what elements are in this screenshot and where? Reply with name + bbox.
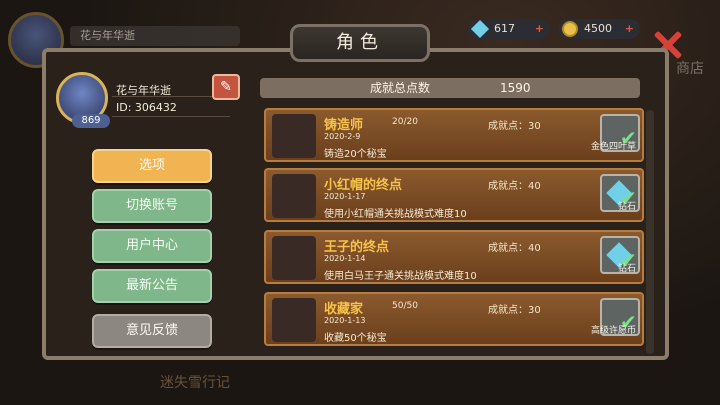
achievement-points: 成就点：30 — [488, 121, 541, 132]
reward-name: 金色四叶草 — [590, 142, 636, 152]
achievement-card[interactable]: 小红帽的终点 2020-1-17 使用小红帽通关挑战模式难度10 成就点：40 … — [264, 168, 644, 222]
gem-counter[interactable]: 617 + — [468, 19, 550, 39]
achievement-crown-icon — [272, 236, 316, 280]
reward-box[interactable]: ✔ 高级许愿币 — [591, 298, 640, 336]
background-player-name: 花与年华逝 — [70, 26, 240, 46]
achievement-total-label: 成就总点数 — [370, 81, 431, 95]
reward-box[interactable]: ✔ 金色四叶草 — [591, 114, 640, 152]
reward-name: 钻石 — [617, 264, 636, 274]
achievement-total-bar: 成就总点数 1590 — [260, 78, 640, 98]
player-id: ID: 306432 — [116, 101, 177, 114]
achievement-name: 小红帽的终点 — [324, 178, 403, 193]
achievement-collector-icon — [272, 298, 316, 342]
coin-icon — [562, 21, 578, 37]
menu-feedback-button[interactable]: 意见反馈 — [92, 314, 212, 348]
achievement-card[interactable]: 王子的终点 2020-1-14 使用白马王子通关挑战模式难度10 成就点：40 … — [264, 230, 644, 284]
achievement-date: 2020-1-17 — [324, 192, 366, 201]
achievement-points: 成就点：30 — [488, 305, 541, 316]
achievement-progress: 20/20 — [392, 117, 418, 127]
coin-amount: 4500 — [584, 22, 612, 35]
menu-switch-account-button[interactable]: 切换账号 — [92, 189, 212, 223]
achievement-list[interactable]: 铸造师 20/20 2020-2-9 铸造20个秘宝 成就点：30 ✔ 金色四叶… — [258, 104, 646, 354]
gem-amount: 617 — [494, 22, 515, 35]
menu-options-button[interactable]: 选项 — [92, 149, 212, 183]
achievement-scrollbar[interactable] — [646, 110, 654, 354]
add-coins-button[interactable]: + — [625, 19, 634, 39]
reward-box[interactable]: ✔ 钻石 — [600, 236, 640, 274]
add-gems-button[interactable]: + — [535, 19, 544, 39]
panel-title: 角色 — [290, 24, 430, 62]
menu-user-center-button[interactable]: 用户中心 — [92, 229, 212, 263]
coin-counter[interactable]: 4500 + — [558, 19, 640, 39]
achievement-card[interactable]: 铸造师 20/20 2020-2-9 铸造20个秘宝 成就点：30 ✔ 金色四叶… — [264, 108, 644, 162]
achievement-name: 铸造师 — [324, 118, 364, 133]
reward-name: 高级许愿币 — [590, 326, 636, 336]
achievement-red-hood-icon — [272, 174, 316, 218]
level-badge: 869 — [72, 114, 110, 128]
achievement-date: 2020-2-9 — [324, 132, 361, 141]
menu-announcements-button[interactable]: 最新公告 — [92, 269, 212, 303]
achievement-name: 王子的终点 — [324, 240, 390, 255]
achievement-total-value: 1590 — [500, 81, 531, 95]
achievement-description: 使用白马王子通关挑战模式难度10 — [324, 271, 477, 282]
achievement-date: 2020-1-14 — [324, 254, 366, 263]
achievement-description: 使用小红帽通关挑战模式难度10 — [324, 209, 467, 220]
achievement-blacksmith-icon — [272, 114, 316, 158]
pencil-icon[interactable]: ✎ — [212, 74, 240, 100]
id-divider — [112, 116, 230, 117]
reward-box[interactable]: ✔ 钻石 — [600, 174, 640, 212]
achievement-description: 收藏50个秘宝 — [324, 333, 387, 344]
gem-icon — [470, 19, 490, 39]
achievement-name: 收藏家 — [324, 302, 364, 317]
achievement-points: 成就点：40 — [488, 181, 541, 192]
achievement-date: 2020-1-13 — [324, 316, 366, 325]
achievement-description: 铸造20个秘宝 — [324, 149, 387, 160]
achievement-points: 成就点：40 — [488, 243, 541, 254]
reward-name: 钻石 — [617, 202, 636, 212]
achievement-card[interactable]: 收藏家 50/50 2020-1-13 收藏50个秘宝 成就点：30 ✔ 高级许… — [264, 292, 644, 346]
achievement-progress: 50/50 — [392, 301, 418, 311]
background-bottom-text: 迷失雪行记 — [160, 375, 230, 391]
